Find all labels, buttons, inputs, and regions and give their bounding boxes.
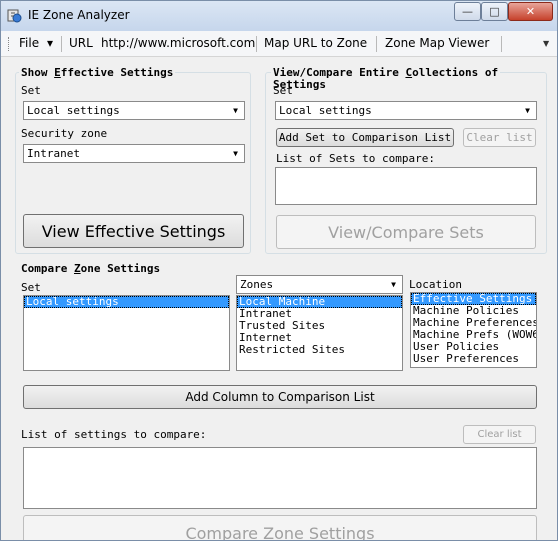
url-label: URL [69,36,93,50]
ie-zone-analyzer-window: IE Zone Analyzer — □ ✕ File ▾ URL http:/… [0,0,558,541]
url-input[interactable]: http://www.microsoft.com [101,36,255,50]
app-icon [7,9,22,23]
list-item[interactable]: Local Machine [237,296,402,308]
security-zone-combo[interactable]: Intranet ▼ [23,144,245,163]
sets-to-compare-list[interactable] [275,167,537,205]
list-item[interactable]: Trusted Sites [237,320,402,332]
security-zone-value: Intranet [27,147,80,160]
compare-zone-settings-button[interactable]: Compare Zone Settings [23,515,537,540]
toolbar-separator [256,36,257,52]
list-item[interactable]: Machine Policies [411,305,536,317]
file-menu[interactable]: File [19,36,39,50]
file-menu-chevron-icon[interactable]: ▾ [47,36,53,50]
chevron-down-icon: ▼ [525,106,530,115]
show-effective-settings-title: Show Effective Settings [19,66,176,79]
chevron-down-icon: ▼ [233,106,238,115]
security-zone-label: Security zone [21,127,108,140]
toolbar-separator [376,36,377,52]
zones-list[interactable]: Local Machine Intranet Trusted Sites Int… [236,295,403,371]
list-of-sets-label: List of Sets to compare: [276,152,435,165]
collections-set-combo[interactable]: Local settings ▼ [275,101,537,120]
settings-to-compare-list[interactable] [23,447,537,509]
list-item[interactable]: Restricted Sites [237,344,402,356]
add-set-to-comparison-button[interactable]: Add Set to Comparison List [276,128,454,147]
view-effective-settings-button[interactable]: View Effective Settings [23,214,244,248]
list-item[interactable]: User Preferences [411,353,536,365]
close-button[interactable]: ✕ [508,2,553,21]
window-title: IE Zone Analyzer [28,8,130,22]
compare-set-label: Set [21,281,41,294]
clear-settings-list-button[interactable]: Clear list [463,425,536,444]
clear-sets-list-button[interactable]: Clear list [463,128,536,147]
add-column-to-comparison-button[interactable]: Add Column to Comparison List [23,385,537,409]
location-label: Location [409,278,462,291]
maximize-button[interactable]: □ [481,2,508,21]
location-list[interactable]: Effective Settings Machine Policies Mach… [410,292,537,368]
title-bar: IE Zone Analyzer — □ ✕ [1,1,557,31]
toolbar-separator [501,36,502,52]
list-item[interactable]: Intranet [237,308,402,320]
map-url-to-zone-button[interactable]: Map URL to Zone [264,36,367,50]
minimize-icon: — [462,5,473,18]
zone-map-viewer-button[interactable]: Zone Map Viewer [385,36,489,50]
collections-set-label: Set [273,84,293,97]
set-label: Set [21,84,41,97]
list-item[interactable]: User Policies [411,341,536,353]
chevron-down-icon: ▼ [391,280,396,289]
compare-set-list[interactable]: Local settings [23,295,230,371]
list-item[interactable]: Internet [237,332,402,344]
toolbar-separator [61,36,62,52]
list-item[interactable]: Local settings [24,296,229,308]
list-item[interactable]: Machine Prefs (WOW64 [411,329,536,341]
maximize-icon: □ [489,5,500,18]
compare-zone-settings-title: Compare Zone Settings [19,262,163,275]
set-combo[interactable]: Local settings ▼ [23,101,245,120]
list-of-settings-label: List of settings to compare: [21,428,207,441]
zones-combo-value: Zones [240,278,274,291]
minimize-button[interactable]: — [454,2,481,21]
zones-combo[interactable]: Zones ▼ [236,275,403,294]
list-item[interactable]: Machine Preferences [411,317,536,329]
close-icon: ✕ [525,5,536,18]
toolbar: File ▾ URL http://www.microsoft.com Map … [1,31,557,57]
toolbar-grip[interactable] [8,37,11,51]
chevron-down-icon: ▼ [233,149,238,158]
collections-set-value: Local settings [279,104,372,117]
toolbar-overflow-icon[interactable]: ▼ [543,39,549,48]
set-combo-value: Local settings [27,104,120,117]
view-compare-sets-button[interactable]: View/Compare Sets [276,215,536,249]
list-item[interactable]: Effective Settings [411,293,536,305]
